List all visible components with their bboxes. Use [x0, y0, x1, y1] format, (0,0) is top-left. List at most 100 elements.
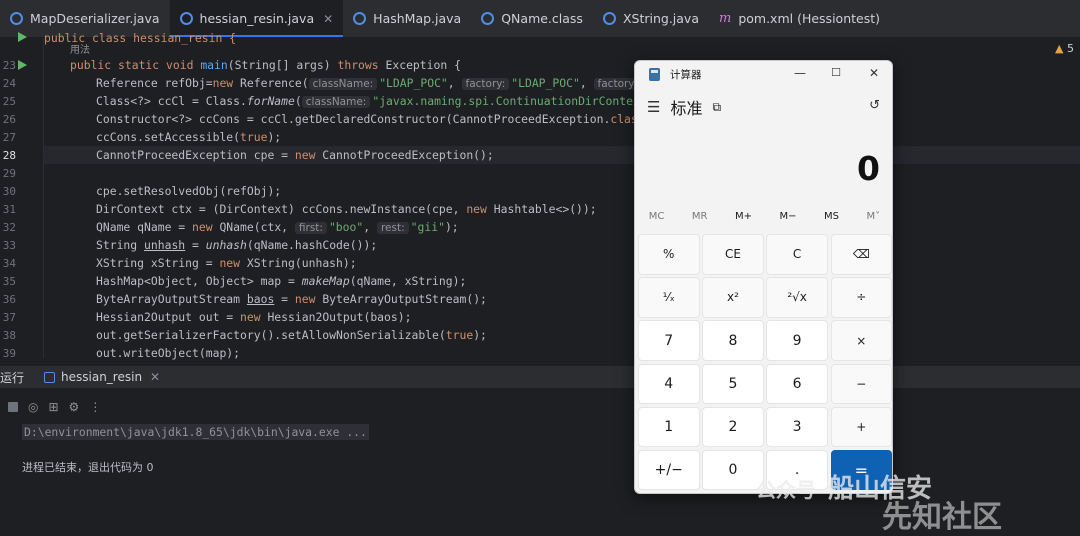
percent-button[interactable]: % — [638, 234, 700, 275]
param-hint: className: — [308, 78, 378, 90]
maximize-icon[interactable]: ☐ — [826, 66, 846, 79]
digit-4-button[interactable]: 4 — [638, 363, 700, 405]
negate-button[interactable]: +/− — [638, 449, 700, 491]
digit-2-button[interactable]: 2 — [702, 406, 764, 448]
tab-label: QName.class — [501, 11, 583, 26]
code-line: QName qName = new QName(ctx, first: "boo"… — [96, 220, 459, 234]
more-icon[interactable]: ⋮ — [89, 400, 101, 414]
reciprocal-button[interactable]: ¹⁄ₓ — [638, 277, 700, 318]
param-hint: className: — [301, 96, 371, 108]
command-line[interactable]: D:\environment\java\jdk1.8_65\jdk\bin\ja… — [22, 424, 369, 440]
line-number: 36 — [2, 293, 16, 306]
window-title: 计算器 — [670, 68, 702, 81]
history-icon[interactable]: ↺ — [869, 98, 880, 113]
minimize-icon[interactable]: — — [790, 66, 810, 80]
memory-list-button[interactable]: M˅ — [867, 211, 881, 227]
warning-count: 5 — [1067, 42, 1074, 55]
code-line: Hessian2Output out = new Hessian2Output(… — [96, 310, 412, 324]
tab-label: HashMap.java — [373, 11, 462, 26]
code-line: ccCons.setAccessible(true); — [96, 130, 282, 144]
digit-1-button[interactable]: 1 — [638, 406, 700, 448]
run-config-icon — [44, 371, 56, 383]
digit-6-button[interactable]: 6 — [766, 363, 828, 405]
keypad: % CE C ⌫ ¹⁄ₓ x² ²√x ÷ 7 8 9 × 4 5 6 − 1 … — [638, 234, 892, 491]
backspace-button[interactable]: ⌫ — [830, 234, 892, 275]
tab-label: hessian_resin.java — [199, 11, 315, 26]
memory-row: MC MR M+ M− MS M˅ — [635, 211, 892, 227]
warning-counter[interactable]: ▲ 5 — [1055, 42, 1074, 55]
code-line: XString xString = new XString(unhash); — [96, 256, 357, 270]
exit-message: 进程已结束，退出代码为 0 — [22, 461, 154, 474]
calculator-window: 计算器 — ☐ ✕ ☰ 标准 ⧉ ↺ 0 MC MR M+ M− MS M˅ %… — [634, 60, 893, 494]
tab-label: XString.java — [622, 11, 699, 26]
camera-icon[interactable]: ◎ — [28, 400, 38, 414]
memory-recall-button[interactable]: MR — [692, 211, 708, 227]
tab-qname[interactable]: QName.class — [471, 0, 593, 37]
line-number: 24 — [2, 77, 16, 90]
calculator-title-bar[interactable]: 计算器 — ☐ ✕ — [635, 61, 892, 87]
run-icon[interactable] — [18, 60, 27, 70]
run-label: 运行 — [0, 370, 25, 385]
code-line: public static void main(String[] args) t… — [70, 58, 461, 72]
param-hint: factory: — [461, 78, 510, 90]
digit-7-button[interactable]: 7 — [638, 320, 700, 361]
clear-entry-button[interactable]: CE — [702, 234, 764, 275]
tab-xstring[interactable]: XString.java — [593, 0, 709, 37]
digit-3-button[interactable]: 3 — [766, 406, 828, 448]
mode-title: 标准 — [670, 99, 703, 118]
add-button[interactable]: + — [830, 406, 892, 448]
warning-icon: ▲ — [1055, 42, 1064, 55]
line-number: 26 — [2, 113, 16, 126]
line-number: 31 — [2, 203, 16, 216]
code-line: String unhash = unhash(qName.hashCode())… — [96, 238, 378, 252]
run-icon[interactable] — [18, 32, 27, 42]
tab-pom[interactable]: m pom.xml (Hessiontest) — [709, 0, 890, 37]
line-number: 27 — [2, 131, 16, 144]
restore-layout-icon[interactable]: ⊞ — [48, 400, 58, 414]
run-tab-label[interactable]: hessian_resin — [61, 370, 142, 384]
line-number: 30 — [2, 185, 16, 198]
multiply-button[interactable]: × — [830, 320, 892, 361]
memory-store-button[interactable]: MS — [824, 211, 839, 227]
line-number: 32 — [2, 221, 16, 234]
square-root-button[interactable]: ²√x — [766, 277, 828, 318]
digit-8-button[interactable]: 8 — [702, 320, 764, 361]
code-editor[interactable]: public class hessian_resin { 用法 public s… — [44, 31, 1080, 360]
watermark-site: 先知社区 — [882, 500, 1002, 535]
line-number: 23 — [2, 59, 16, 72]
current-line: CannotProceedException cpe = new CannotP… — [44, 146, 1080, 164]
clear-button[interactable]: C — [766, 234, 828, 275]
code-line: DirContext ctx = (DirContext) ccCons.new… — [96, 202, 597, 216]
digit-5-button[interactable]: 5 — [702, 363, 764, 405]
tab-hashmap[interactable]: HashMap.java — [343, 0, 471, 37]
keep-on-top-icon[interactable]: ⧉ — [712, 100, 721, 115]
digit-9-button[interactable]: 9 — [766, 320, 828, 361]
close-icon[interactable]: ✕ — [864, 66, 884, 80]
close-icon[interactable]: ✕ — [150, 370, 160, 384]
code-line: out.writeObject(map); — [96, 346, 241, 360]
settings-icon[interactable]: ⚙ — [69, 400, 80, 414]
line-gutter: 23 24 25 26 27 28 29 30 31 32 33 34 35 3… — [0, 32, 44, 360]
memory-subtract-button[interactable]: M− — [780, 211, 797, 227]
maven-icon: m — [719, 11, 732, 26]
memory-add-button[interactable]: M+ — [735, 211, 752, 227]
memory-clear-button[interactable]: MC — [649, 211, 665, 227]
code-line: Constructor<?> ccCons = ccCl.getDeclared… — [96, 112, 665, 126]
divide-button[interactable]: ÷ — [830, 277, 892, 318]
stop-icon[interactable] — [8, 402, 18, 412]
class-file-icon — [481, 12, 495, 25]
calculator-display: 0 — [857, 149, 880, 188]
run-tool-window-header: 运行 hessian_resin ✕ — [0, 366, 1080, 388]
digit-0-button[interactable]: 0 — [702, 449, 764, 491]
class-icon — [353, 12, 367, 25]
class-icon — [10, 12, 23, 25]
square-button[interactable]: x² — [702, 277, 764, 318]
close-icon[interactable]: ✕ — [323, 12, 333, 26]
line-number: 35 — [2, 275, 16, 288]
line-number: 34 — [2, 257, 16, 270]
subtract-button[interactable]: − — [830, 363, 892, 405]
param-hint: first: — [294, 222, 327, 234]
menu-icon[interactable]: ☰ — [647, 98, 660, 116]
param-hint: rest: — [376, 222, 409, 234]
code-line: cpe.setResolvedObj(refObj); — [96, 184, 282, 198]
